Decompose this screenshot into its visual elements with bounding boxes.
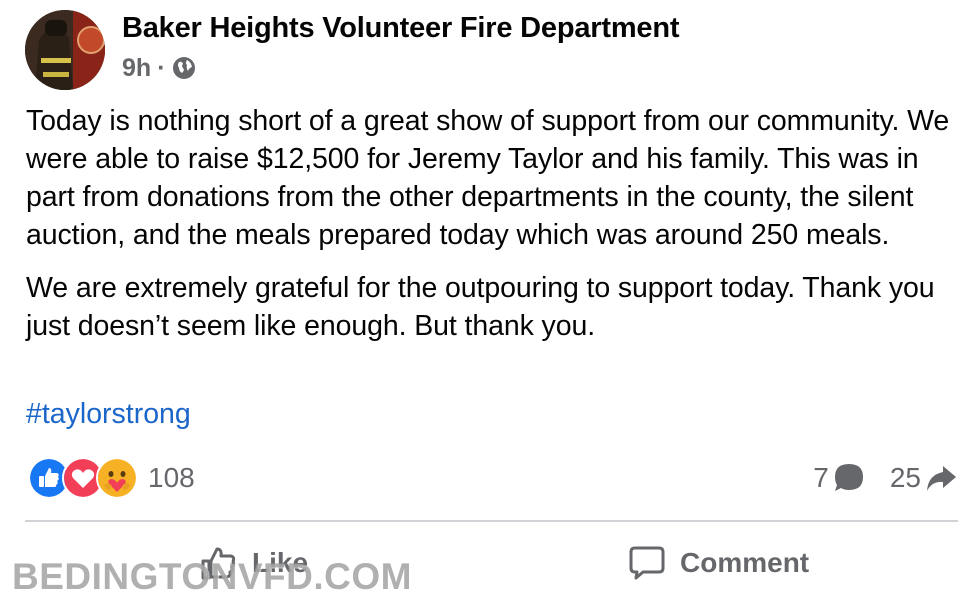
like-label: Like [252,547,309,578]
meta-separator: · [157,53,166,82]
comment-label: Comment [680,547,810,578]
comment-count-link[interactable]: 7 [813,461,866,495]
page-avatar[interactable] [25,10,105,90]
hashtag-link[interactable]: #taylorstrong [26,398,191,431]
like-button[interactable]: Like [198,540,308,586]
reaction-count: 108 [148,462,195,493]
share-count-link[interactable]: 25 [890,461,958,495]
care-reaction-icon [96,457,138,499]
firefighter-photo [25,10,105,90]
comment-count: 7 [813,462,829,493]
comment-bubble-icon [834,464,863,491]
post-meta: 9h · [122,53,196,83]
reactions-summary[interactable]: 108 [28,457,195,499]
post-paragraph: We are extremely grateful for the outpou… [26,272,935,342]
page-name[interactable]: Baker Heights Volunteer Fire Department [122,12,680,45]
engagement-stats: 7 25 [813,457,958,499]
actions-divider [25,520,958,522]
comment-button[interactable]: Comment [628,540,809,586]
share-arrow-icon [927,466,956,491]
globe-icon [172,56,196,80]
share-count: 25 [889,462,921,493]
post-paragraph: Today is nothing short of a great show o… [26,105,950,251]
thumbs-up-icon [201,547,236,580]
comment-icon [629,546,665,580]
post-body: Today is nothing short of a great show o… [26,102,956,345]
post-time[interactable]: 9h [122,54,151,83]
